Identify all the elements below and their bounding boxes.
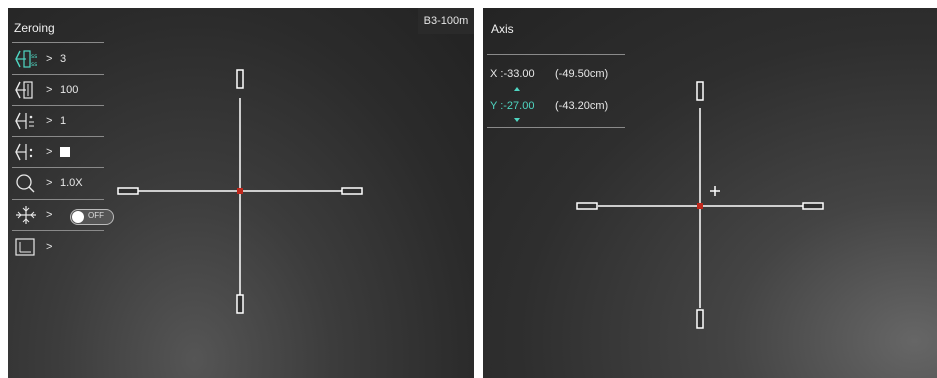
center-dot: [697, 203, 703, 209]
plus-icon: [710, 186, 720, 196]
right-viewfinder-panel: Axis X :-33.00 (-49.50cm) Y :-27.00 (-43…: [483, 8, 937, 378]
reticle: [576, 81, 824, 329]
center-dot: [237, 188, 243, 194]
left-viewfinder-panel: Zeroing B3-100m ss ss > 3 > 100 > 1 > > …: [8, 8, 474, 378]
reticle: [117, 69, 363, 314]
